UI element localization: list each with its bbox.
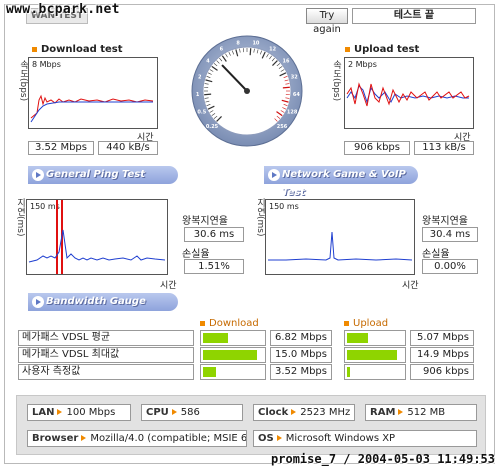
general-ping-latency-value: 30.6 ms [184, 227, 244, 242]
gauge-tick-label: 0.25 [206, 124, 219, 130]
upload-bar-track [344, 364, 406, 380]
gauge-tick-label: 32 [291, 74, 298, 80]
download-bar-track [200, 330, 266, 346]
section-arrow-icon [268, 169, 280, 181]
upload-test-title: Upload test [345, 44, 419, 55]
upload-bar-fill [347, 350, 398, 360]
general-ping-loss-label: 손실율 [182, 249, 210, 260]
game-ping-plot [268, 231, 413, 261]
upload-speed-plot [346, 82, 470, 107]
upload-y-axis-label: 속도(bps) [331, 60, 341, 102]
download-bar-fill [203, 367, 216, 377]
lan-info: LAN 100 Mbps [27, 404, 131, 421]
gauge-hub [244, 88, 250, 94]
gauge-tick-label: 1 [196, 92, 200, 98]
bandwidth-section-header: Bandwidth Gauge [28, 293, 178, 311]
arrow-right-icon [291, 409, 297, 415]
section-arrow-icon [32, 169, 44, 181]
upload-row-value: 906 kbps [410, 364, 474, 380]
gauge-tick [282, 86, 290, 89]
game-ping-graph: 150 ms [265, 199, 415, 275]
arrow-right-icon [81, 435, 87, 441]
general-ping-loss-value: 1.51% [184, 259, 244, 274]
upload-bar-fill [347, 367, 351, 377]
gauge-tick-label: 12 [269, 47, 276, 53]
game-ping-latency-label: 왕복지연율 [422, 216, 468, 227]
upload-bytes-value: 113 kB/s [414, 141, 474, 155]
cpu-info: CPU 586 [141, 404, 243, 421]
bullet-icon [200, 320, 205, 326]
bandwidth-row-label: 사용자 측정값 [18, 364, 194, 380]
gauge-tick-label: 4 [206, 58, 210, 64]
bandwidth-upload-header: Upload [344, 318, 388, 329]
download-graph: 8 Mbps [28, 57, 158, 129]
gauge-tick-label: 10 [252, 40, 259, 46]
game-ping-loss-value: 0.00% [422, 259, 478, 274]
bandwidth-row-label: 메가패스 VDSL 평균 [18, 330, 194, 346]
os-info: OS Microsoft Windows XP [253, 430, 477, 447]
gauge-tick-label: 0.5 [197, 109, 206, 115]
site-watermark: www.bcpark.net [6, 2, 120, 17]
download-bar-fill [203, 333, 228, 343]
general-ping-plot [28, 200, 166, 274]
arrow-right-icon [57, 409, 63, 415]
general-ping-graph: 150 ms [26, 199, 168, 275]
gauge-tick-label: 6 [220, 47, 224, 53]
footer-timestamp: promise_7 / 2004-05-03 11:49:53 [271, 452, 495, 466]
bullet-icon [345, 46, 350, 52]
download-speed-plot [30, 94, 154, 123]
game-ping-latency-value: 30.4 ms [422, 227, 478, 242]
general-ping-x-axis-label: 시간 [160, 281, 177, 291]
gauge-tick-label: 2 [198, 74, 202, 80]
bandwidth-download-header: Download [200, 318, 259, 329]
download-row-value: 6.82 Mbps [270, 330, 332, 346]
gauge-tick-label: 128 [287, 109, 298, 115]
speed-gauge: 0.250.512468 1012163264128256 [191, 35, 303, 147]
upload-speed-value: 906 kbps [344, 141, 410, 155]
upload-bar-track [344, 347, 406, 363]
bullet-icon [32, 46, 37, 52]
browser-info: Browser Mozilla/4.0 (compatible; MSIE 6.0 [27, 430, 247, 447]
download-row-value: 15.0 Mbps [270, 347, 332, 363]
gauge-tick-label: 16 [282, 58, 289, 64]
upload-bar-track [344, 330, 406, 346]
general-ping-section-header: General Ping Test [28, 166, 178, 184]
download-bar-track [200, 364, 266, 380]
arrow-right-icon [276, 435, 282, 441]
gauge-tick-label: 8 [236, 40, 240, 46]
upload-graph: 2 Mbps [344, 57, 474, 129]
download-row-value: 3.52 Mbps [270, 364, 332, 380]
gauge-tick [249, 48, 252, 56]
arrow-right-icon [398, 409, 404, 415]
download-test-title: Download test [32, 44, 123, 55]
arrow-right-icon [171, 409, 177, 415]
clock-info: Clock 2523 MHz [253, 404, 355, 421]
upload-row-value: 5.07 Mbps [410, 330, 474, 346]
upload-row-value: 14.9 Mbps [410, 347, 474, 363]
bandwidth-row-label: 메가패스 VDSL 최대값 [18, 347, 194, 363]
system-info-panel: LAN 100 Mbps CPU 586 Clock 2523 MHz RAM 512 … [16, 395, 486, 455]
download-bytes-value: 440 kB/s [98, 141, 158, 155]
game-ping-loss-label: 손실율 [422, 249, 450, 260]
try-again-button[interactable]: Try again [306, 8, 348, 35]
gauge-tick-label: 64 [293, 92, 300, 98]
game-ping-x-axis-label: 시간 [402, 281, 419, 291]
game-voip-section-header: Network Game & VoIP Test [264, 166, 418, 198]
download-bar-fill [203, 350, 257, 360]
general-ping-latency-label: 왕복지연율 [182, 216, 228, 227]
gauge-tick-label: 256 [277, 124, 288, 130]
upload-bar-fill [347, 333, 369, 343]
test-status-field: 테스트 끝 [352, 8, 476, 24]
ram-info: RAM 512 MB [365, 404, 477, 421]
download-bar-track [200, 347, 266, 363]
section-arrow-icon [32, 296, 44, 308]
gauge-tick [204, 93, 212, 96]
bullet-icon [344, 320, 349, 326]
download-speed-value: 3.52 Mbps [28, 141, 94, 155]
